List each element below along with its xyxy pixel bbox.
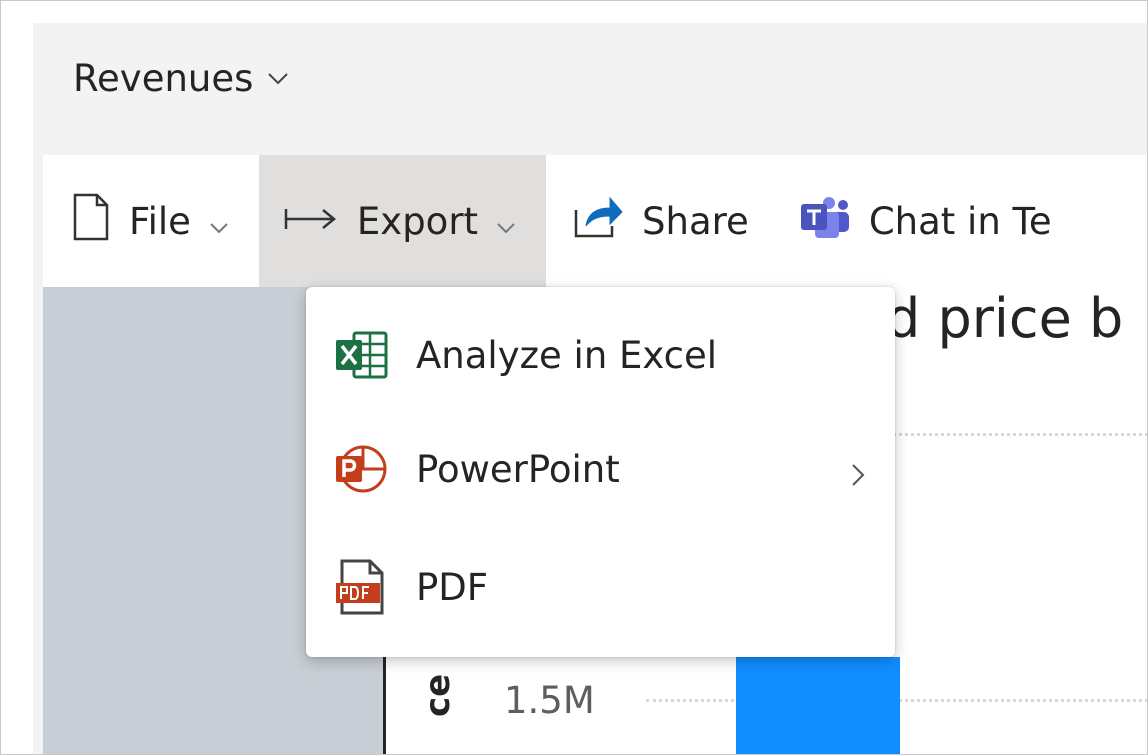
export-menu-button[interactable]: Export xyxy=(258,155,547,287)
app-frame: Revenues File Export Share Chat in Te d … xyxy=(0,0,1148,755)
share-icon xyxy=(572,194,624,249)
file-icon xyxy=(71,193,111,250)
chevron-down-icon xyxy=(267,72,289,86)
y-axis-tick: 1.5M xyxy=(504,679,595,722)
visual-title: d price b xyxy=(886,287,1124,350)
pdf-icon xyxy=(334,559,390,615)
menu-item-analyze-in-excel[interactable]: Analyze in Excel xyxy=(306,305,895,405)
share-label: Share xyxy=(642,199,749,243)
export-dropdown-menu: Analyze in Excel PowerPoint PDF xyxy=(306,287,895,657)
chat-in-teams-button[interactable]: Chat in Te xyxy=(769,155,1078,287)
menu-item-label: Analyze in Excel xyxy=(416,333,718,377)
powerpoint-icon xyxy=(334,443,390,495)
menu-item-powerpoint[interactable]: PowerPoint xyxy=(306,419,895,519)
chart-bar[interactable] xyxy=(736,657,900,754)
chevron-down-icon xyxy=(209,200,229,243)
report-toolbar: File Export Share Chat in Te xyxy=(43,155,1147,287)
share-button[interactable]: Share xyxy=(546,155,769,287)
export-label: Export xyxy=(356,199,479,243)
teams-icon xyxy=(799,194,851,249)
y-axis-label: ce xyxy=(418,673,458,717)
menu-item-label: PDF xyxy=(416,565,489,609)
file-label: File xyxy=(129,199,191,243)
teams-label: Chat in Te xyxy=(868,199,1052,243)
file-menu-button[interactable]: File xyxy=(43,155,259,287)
report-title-dropdown[interactable]: Revenues xyxy=(73,57,289,100)
report-title: Revenues xyxy=(73,57,254,100)
chevron-down-icon xyxy=(496,200,516,243)
excel-icon xyxy=(334,329,390,381)
chevron-right-icon xyxy=(851,453,865,496)
export-arrow-icon xyxy=(283,200,339,243)
menu-item-label: PowerPoint xyxy=(416,447,620,491)
menu-item-pdf[interactable]: PDF xyxy=(306,537,895,637)
